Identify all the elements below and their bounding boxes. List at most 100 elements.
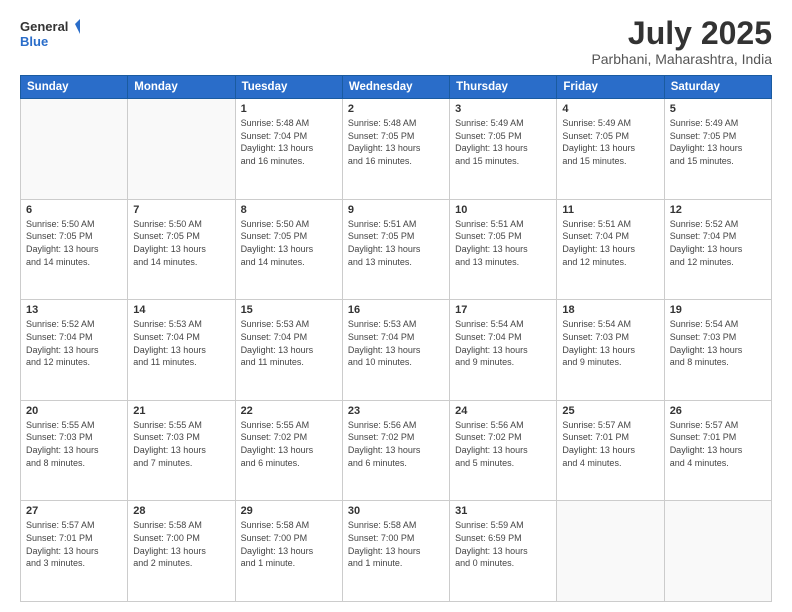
day-info: Sunrise: 5:55 AMSunset: 7:02 PMDaylight:… — [241, 419, 337, 469]
location: Parbhani, Maharashtra, India — [591, 51, 772, 67]
month-title: July 2025 — [591, 16, 772, 51]
day-info: Sunrise: 5:58 AMSunset: 7:00 PMDaylight:… — [348, 519, 444, 569]
day-number: 5 — [670, 103, 766, 115]
day-info: Sunrise: 5:50 AMSunset: 7:05 PMDaylight:… — [26, 218, 122, 268]
weekday-header-cell: Sunday — [21, 76, 128, 99]
calendar-cell: 23 Sunrise: 5:56 AMSunset: 7:02 PMDayligh… — [342, 400, 449, 501]
day-number: 23 — [348, 405, 444, 417]
calendar-cell: 3Sunrise: 5:49 AMSunset: 7:05 PMDaylight… — [450, 99, 557, 200]
calendar-cell — [128, 99, 235, 200]
calendar-cell: 28 Sunrise: 5:58 AMSunset: 7:00 PMDayligh… — [128, 501, 235, 602]
weekday-header-row: SundayMondayTuesdayWednesdayThursdayFrid… — [21, 76, 772, 99]
day-number: 11 — [562, 204, 658, 216]
title-area: July 2025 Parbhani, Maharashtra, India — [591, 16, 772, 67]
calendar-cell: 14 Sunrise: 5:53 AMSunset: 7:04 PMDayligh… — [128, 300, 235, 401]
day-number: 18 — [562, 304, 658, 316]
calendar-cell: 2 Sunrise: 5:48 AMSunset: 7:05 PMDaylight… — [342, 99, 449, 200]
calendar-cell: 30 Sunrise: 5:58 AMSunset: 7:00 PMDayligh… — [342, 501, 449, 602]
day-info: Sunrise: 5:54 AMSunset: 7:03 PMDaylight:… — [562, 318, 658, 368]
day-info: Sunrise: 5:56 AMSunset: 7:02 PMDaylight:… — [455, 419, 551, 469]
day-info: Sunrise: 5:48 AMSunset: 7:05 PMDaylight:… — [348, 117, 444, 167]
day-info: Sunrise: 5:53 AMSunset: 7:04 PMDaylight:… — [241, 318, 337, 368]
calendar-cell: 29Sunrise: 5:58 AMSunset: 7:00 PMDayligh… — [235, 501, 342, 602]
day-number: 22 — [241, 405, 337, 417]
day-info: Sunrise: 5:49 AMSunset: 7:05 PMDaylight:… — [562, 117, 658, 167]
day-info: Sunrise: 5:52 AMSunset: 7:04 PMDaylight:… — [670, 218, 766, 268]
svg-text:Blue: Blue — [20, 34, 48, 49]
day-number: 30 — [348, 505, 444, 517]
calendar-cell: 21 Sunrise: 5:55 AMSunset: 7:03 PMDayligh… — [128, 400, 235, 501]
day-number: 14 — [133, 304, 229, 316]
weekday-header-cell: Tuesday — [235, 76, 342, 99]
day-number: 9 — [348, 204, 444, 216]
calendar-page: General Blue July 2025 Parbhani, Maharas… — [0, 0, 792, 612]
day-info: Sunrise: 5:54 AMSunset: 7:04 PMDaylight:… — [455, 318, 551, 368]
calendar-cell: 19 Sunrise: 5:54 AMSunset: 7:03 PMDayligh… — [664, 300, 771, 401]
day-number: 17 — [455, 304, 551, 316]
day-info: Sunrise: 5:57 AMSunset: 7:01 PMDaylight:… — [562, 419, 658, 469]
calendar-cell: 1Sunrise: 5:48 AMSunset: 7:04 PMDaylight… — [235, 99, 342, 200]
calendar-cell: 26Sunrise: 5:57 AMSunset: 7:01 PMDayligh… — [664, 400, 771, 501]
weekday-header-cell: Wednesday — [342, 76, 449, 99]
weekday-header-cell: Friday — [557, 76, 664, 99]
weekday-header-cell: Monday — [128, 76, 235, 99]
calendar-cell: 16Sunrise: 5:53 AMSunset: 7:04 PMDayligh… — [342, 300, 449, 401]
calendar-cell: 24 Sunrise: 5:56 AMSunset: 7:02 PMDayligh… — [450, 400, 557, 501]
day-info: Sunrise: 5:58 AMSunset: 7:00 PMDaylight:… — [133, 519, 229, 569]
day-info: Sunrise: 5:56 AMSunset: 7:02 PMDaylight:… — [348, 419, 444, 469]
day-number: 24 — [455, 405, 551, 417]
logo-svg: General Blue — [20, 16, 80, 51]
day-number: 3 — [455, 103, 551, 115]
day-number: 19 — [670, 304, 766, 316]
day-info: Sunrise: 5:57 AMSunset: 7:01 PMDaylight:… — [26, 519, 122, 569]
day-number: 7 — [133, 204, 229, 216]
calendar-cell: 20 Sunrise: 5:55 AMSunset: 7:03 PMDayligh… — [21, 400, 128, 501]
day-info: Sunrise: 5:51 AMSunset: 7:04 PMDaylight:… — [562, 218, 658, 268]
day-number: 28 — [133, 505, 229, 517]
logo: General Blue — [20, 16, 80, 51]
calendar-cell: 10 Sunrise: 5:51 AMSunset: 7:05 PMDayligh… — [450, 199, 557, 300]
calendar-cell: 15 Sunrise: 5:53 AMSunset: 7:04 PMDayligh… — [235, 300, 342, 401]
weekday-header-cell: Saturday — [664, 76, 771, 99]
calendar-cell: 5Sunrise: 5:49 AMSunset: 7:05 PMDaylight… — [664, 99, 771, 200]
day-number: 21 — [133, 405, 229, 417]
day-info: Sunrise: 5:57 AMSunset: 7:01 PMDaylight:… — [670, 419, 766, 469]
calendar-cell: 8 Sunrise: 5:50 AMSunset: 7:05 PMDaylight… — [235, 199, 342, 300]
calendar-cell: 11 Sunrise: 5:51 AMSunset: 7:04 PMDayligh… — [557, 199, 664, 300]
day-number: 4 — [562, 103, 658, 115]
day-info: Sunrise: 5:51 AMSunset: 7:05 PMDaylight:… — [348, 218, 444, 268]
calendar-cell: 31 Sunrise: 5:59 AMSunset: 6:59 PMDayligh… — [450, 501, 557, 602]
day-info: Sunrise: 5:55 AMSunset: 7:03 PMDaylight:… — [133, 419, 229, 469]
day-number: 10 — [455, 204, 551, 216]
day-info: Sunrise: 5:50 AMSunset: 7:05 PMDaylight:… — [241, 218, 337, 268]
day-info: Sunrise: 5:48 AMSunset: 7:04 PMDaylight:… — [241, 117, 337, 167]
day-info: Sunrise: 5:52 AMSunset: 7:04 PMDaylight:… — [26, 318, 122, 368]
calendar-cell: 18 Sunrise: 5:54 AMSunset: 7:03 PMDayligh… — [557, 300, 664, 401]
day-number: 8 — [241, 204, 337, 216]
header: General Blue July 2025 Parbhani, Maharas… — [20, 16, 772, 67]
calendar-cell: 22 Sunrise: 5:55 AMSunset: 7:02 PMDayligh… — [235, 400, 342, 501]
calendar-cell: 25 Sunrise: 5:57 AMSunset: 7:01 PMDayligh… — [557, 400, 664, 501]
day-number: 20 — [26, 405, 122, 417]
calendar-cell: 7 Sunrise: 5:50 AMSunset: 7:05 PMDaylight… — [128, 199, 235, 300]
day-number: 25 — [562, 405, 658, 417]
day-info: Sunrise: 5:50 AMSunset: 7:05 PMDaylight:… — [133, 218, 229, 268]
day-number: 31 — [455, 505, 551, 517]
calendar-cell: 4 Sunrise: 5:49 AMSunset: 7:05 PMDaylight… — [557, 99, 664, 200]
day-number: 15 — [241, 304, 337, 316]
day-number: 27 — [26, 505, 122, 517]
day-info: Sunrise: 5:53 AMSunset: 7:04 PMDaylight:… — [133, 318, 229, 368]
calendar-week-row: 27 Sunrise: 5:57 AMSunset: 7:01 PMDayligh… — [21, 501, 772, 602]
day-info: Sunrise: 5:54 AMSunset: 7:03 PMDaylight:… — [670, 318, 766, 368]
day-info: Sunrise: 5:51 AMSunset: 7:05 PMDaylight:… — [455, 218, 551, 268]
calendar-week-row: 13Sunrise: 5:52 AMSunset: 7:04 PMDayligh… — [21, 300, 772, 401]
day-number: 12 — [670, 204, 766, 216]
day-number: 29 — [241, 505, 337, 517]
day-info: Sunrise: 5:59 AMSunset: 6:59 PMDaylight:… — [455, 519, 551, 569]
calendar-cell: 6Sunrise: 5:50 AMSunset: 7:05 PMDaylight… — [21, 199, 128, 300]
calendar-cell — [557, 501, 664, 602]
day-number: 2 — [348, 103, 444, 115]
calendar-cell: 12 Sunrise: 5:52 AMSunset: 7:04 PMDayligh… — [664, 199, 771, 300]
day-info: Sunrise: 5:55 AMSunset: 7:03 PMDaylight:… — [26, 419, 122, 469]
calendar-cell: 27 Sunrise: 5:57 AMSunset: 7:01 PMDayligh… — [21, 501, 128, 602]
